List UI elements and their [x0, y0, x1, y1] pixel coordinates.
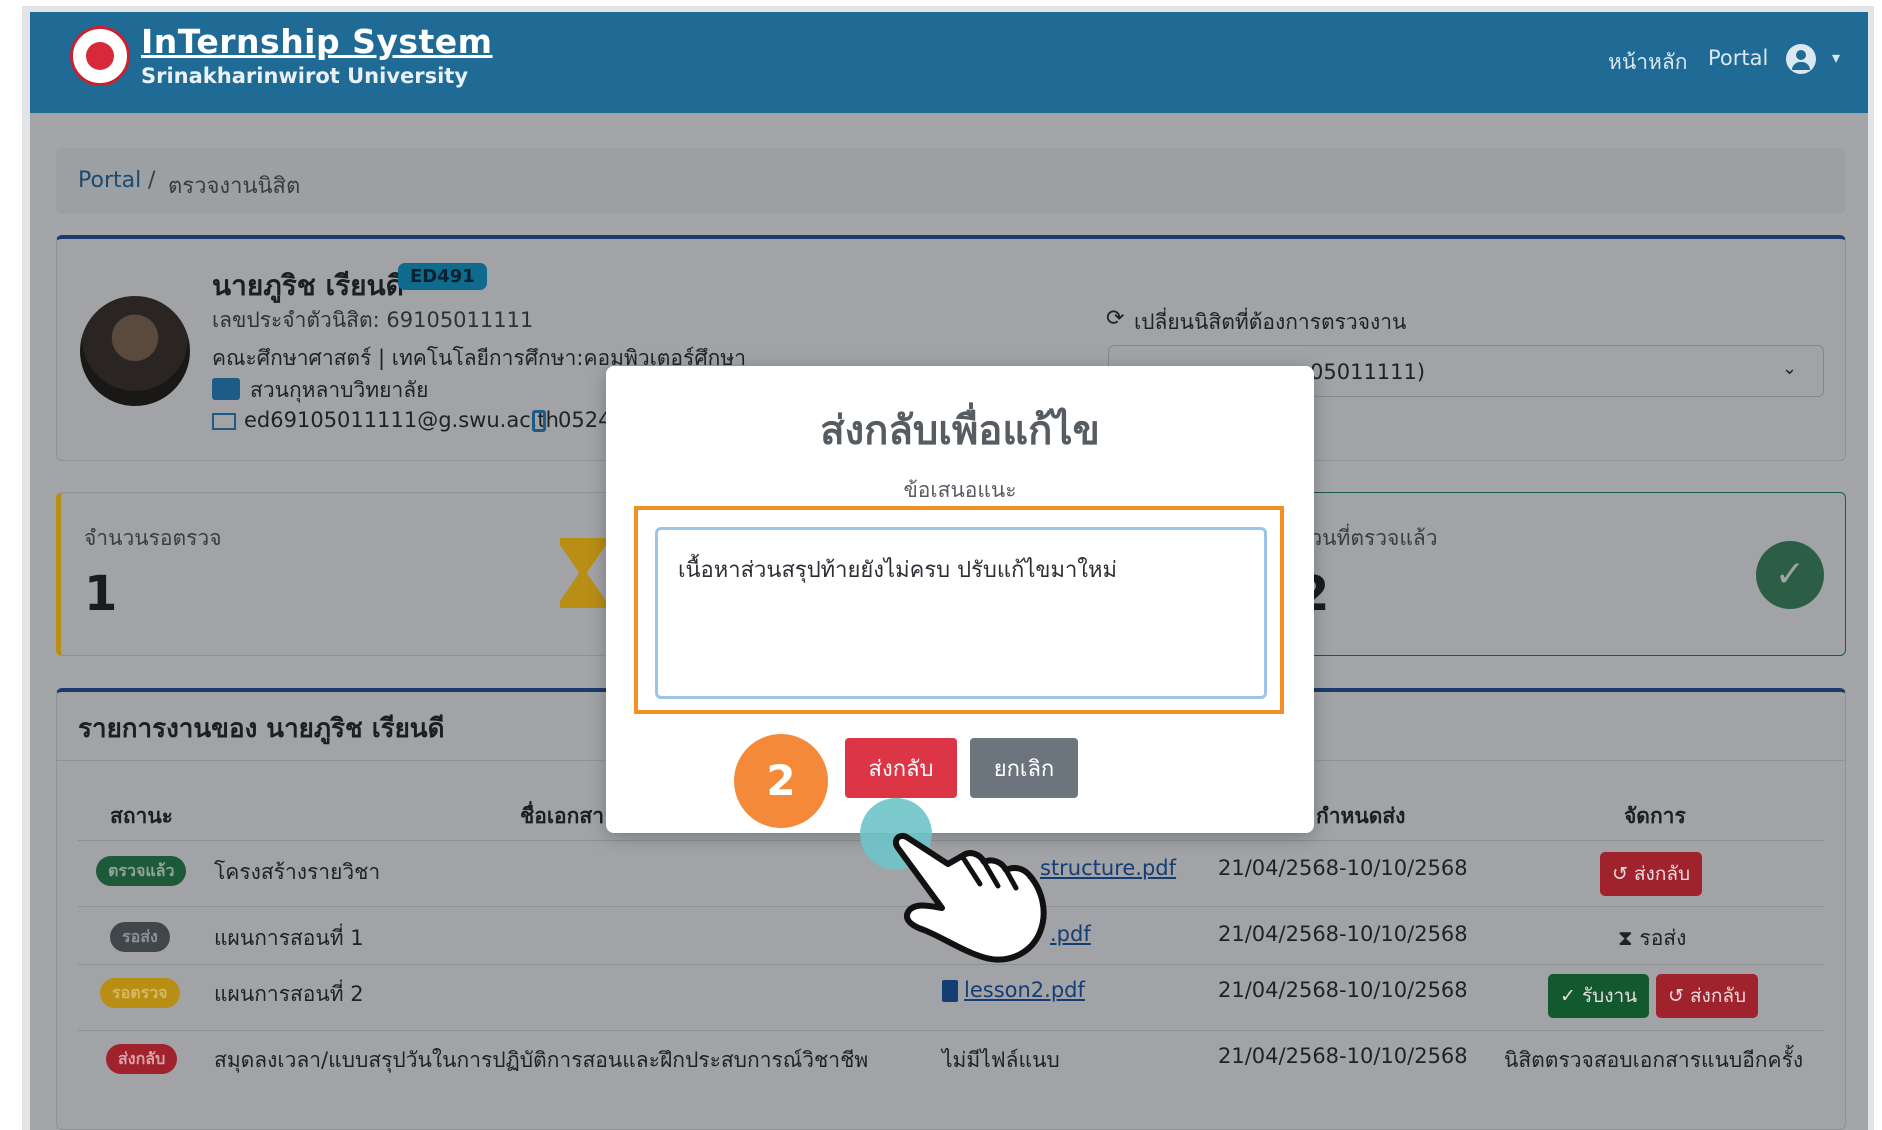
column-header-document: ชื่อเอกสา: [520, 804, 604, 828]
recheck-note: นิสิตตรวจสอบเอกสารแนบอีกครั้ง: [1504, 1048, 1804, 1072]
modal-title: ส่งกลับเพื่อแก้ไข: [820, 408, 1100, 454]
table-row-due: 21/04/2568-10/10/2568: [1218, 1044, 1468, 1068]
feedback-label: ข้อเสนอแนะ: [903, 478, 1017, 502]
pointing-hand-icon: [892, 832, 1047, 963]
sync-icon: ⟳: [1106, 306, 1125, 331]
file-link[interactable]: .pdf: [1050, 922, 1091, 946]
status-badge: รอตรวจ: [100, 978, 180, 1008]
pending-count-card: [56, 492, 656, 656]
confirm-return-button[interactable]: ส่งกลับ: [845, 738, 957, 798]
nav-portal-link[interactable]: Portal: [1708, 46, 1768, 70]
chevron-down-icon[interactable]: ▾: [1832, 48, 1840, 67]
status-badge: ตรวจแล้ว: [96, 856, 187, 886]
table-row-due: 21/04/2568-10/10/2568: [1218, 978, 1468, 1002]
pdf-file-icon: [942, 980, 958, 1002]
reviewed-label: นวนที่ตรวจแล้ว: [1296, 526, 1438, 550]
status-badge: รอส่ง: [110, 922, 170, 952]
table-row-divider: [78, 1030, 1824, 1031]
file-link[interactable]: structure.pdf: [1040, 856, 1176, 880]
table-row-name: แผนการสอนที่ 2: [214, 982, 364, 1006]
step-number-badge: 2: [734, 734, 828, 828]
breadcrumb: [56, 148, 1846, 214]
waiting-status-text: ⧗ รอส่ง: [1618, 926, 1687, 950]
select-chevron-icon[interactable]: ⌄: [1782, 358, 1797, 379]
table-row-name: แผนการสอนที่ 1: [214, 926, 364, 950]
return-button[interactable]: ↺ ส่งกลับ: [1600, 852, 1703, 896]
phone-icon: [532, 410, 546, 432]
brand-title[interactable]: InTernship System: [141, 22, 493, 61]
student-avatar: [80, 296, 190, 406]
column-header-status: สถานะ: [110, 804, 173, 828]
table-row-name: โครงสร้างรายวิชา: [214, 860, 381, 884]
column-header-due: กำหนดส่ง: [1316, 804, 1406, 828]
student-email: ed69105011111@g.swu.ac.th: [244, 408, 559, 432]
student-phone: 0524: [558, 408, 612, 432]
table-row-due: 21/04/2568-10/10/2568: [1218, 922, 1468, 946]
accept-button[interactable]: ✓ รับงาน: [1548, 974, 1650, 1018]
user-account-icon[interactable]: [1786, 44, 1816, 74]
student-campus: สวนกุหลาบวิทยาลัย: [250, 378, 429, 402]
table-row-name: สมุดลงเวลา/แบบสรุปวันในการปฏิบัติการสอนแ…: [214, 1048, 869, 1072]
school-icon: [212, 378, 240, 400]
university-logo-icon[interactable]: [70, 26, 130, 86]
student-group-badge: ED491: [398, 263, 487, 290]
brand-subtitle: Srinakharinwirot University: [141, 64, 469, 88]
nav-home-link[interactable]: หน้าหลัก: [1608, 46, 1687, 79]
no-attachment-text: ไม่มีไฟล์แนบ: [942, 1048, 1060, 1072]
check-circle-icon: ✓: [1756, 541, 1824, 609]
return-button[interactable]: ↺ ส่งกลับ: [1656, 974, 1759, 1018]
envelope-icon: [212, 413, 236, 430]
student-name: นายภูริช เรียนดี: [212, 269, 404, 302]
status-badge: ส่งกลับ: [106, 1044, 178, 1074]
cancel-button[interactable]: ยกเลิก: [970, 738, 1078, 798]
switch-student-label: เปลี่ยนนิสิตที่ต้องการตรวจงาน: [1134, 310, 1407, 334]
breadcrumb-portal-link[interactable]: Portal: [78, 168, 141, 193]
column-header-manage: จัดการ: [1624, 804, 1686, 828]
pending-label: จำนวนรอตรวจ: [84, 526, 222, 550]
pending-value: 1: [84, 566, 118, 622]
assignment-list-title: รายการงานของ นายภูริช เรียนดี: [78, 714, 445, 744]
file-link[interactable]: lesson2.pdf: [964, 978, 1085, 1002]
feedback-textarea[interactable]: เนื้อหาส่วนสรุปท้ายยังไม่ครบ ปรับแก้ไขมา…: [655, 527, 1267, 699]
breadcrumb-separator: /: [148, 168, 156, 193]
breadcrumb-current: ตรวจงานนิสิต: [168, 174, 301, 199]
table-row-due: 21/04/2568-10/10/2568: [1218, 856, 1468, 880]
switch-student-value: 05011111): [1310, 360, 1426, 384]
student-id: เลขประจำตัวนิสิต: 69105011111: [212, 308, 534, 332]
